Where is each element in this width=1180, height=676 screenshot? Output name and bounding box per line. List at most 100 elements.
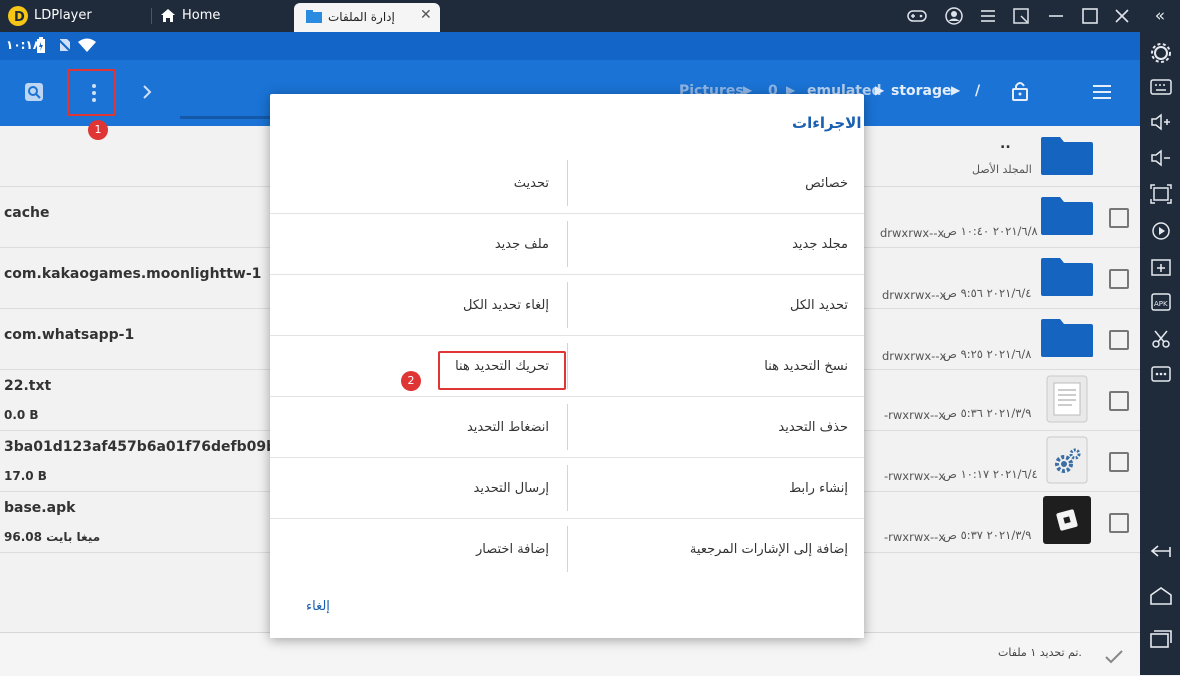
more-options-icon[interactable] — [1150, 364, 1172, 384]
tab-home[interactable]: Home — [150, 0, 290, 32]
tab-close-icon[interactable]: ✕ — [420, 7, 432, 23]
menu-icon[interactable] — [980, 9, 996, 23]
file-date: ٢٠٢١/٦/٨ ٩:٢٥ ص — [943, 347, 1032, 361]
file-permissions: -rwxrwx--x — [884, 469, 946, 483]
chevron-right-icon[interactable] — [142, 84, 152, 100]
folder-icon — [1041, 319, 1093, 357]
annotation-highlight-menu — [67, 69, 116, 116]
no-sim-icon — [57, 38, 71, 52]
row-checkbox[interactable] — [1109, 208, 1129, 228]
action-compress-selection[interactable]: انضغاط التحديد — [270, 397, 567, 458]
action-refresh[interactable]: تحديث — [270, 153, 567, 214]
dialog-title: الاجراءات — [792, 114, 862, 132]
tab-indicator — [180, 116, 280, 119]
file-date: ٢٠٢١/٦/٤ ١٠:١٧ ص — [943, 467, 1038, 481]
wifi-icon — [78, 38, 96, 52]
file-size: 96.08 ميغا بايت — [4, 530, 101, 544]
file-date: ٢٠٢١/٦/٤ ٩:٥٦ ص — [943, 286, 1032, 300]
android-statusbar: ١٠:١٨ — [0, 32, 1140, 60]
lock-icon[interactable] — [1011, 80, 1029, 102]
annotation-badge-2: 2 — [401, 371, 421, 391]
file-date: ٢٠٢١/٦/٨ ١٠:٤٠ ص — [943, 224, 1038, 238]
home-nav-icon[interactable] — [1150, 587, 1172, 605]
file-date: ٢٠٢١/٣/٩ ٥:٣٧ ص — [943, 528, 1032, 542]
action-add-shortcut[interactable]: إضافة اختصار — [270, 519, 567, 580]
account-icon[interactable] — [945, 7, 963, 25]
scissors-icon[interactable] — [1150, 328, 1172, 350]
action-send-selection[interactable]: إرسال التحديد — [270, 458, 567, 519]
settings-gear-icon[interactable] — [1150, 42, 1172, 64]
add-window-icon[interactable] — [1150, 257, 1172, 277]
file-name: 22.txt — [4, 378, 52, 394]
action-new-folder[interactable]: مجلد جديد — [567, 214, 864, 275]
back-icon[interactable] — [1150, 543, 1172, 561]
file-name: cache — [4, 205, 50, 221]
ldplayer-logo-icon: D — [8, 6, 28, 26]
actions-dialog: الاجراءات خصائص تحديث مجلد جديد ملف جديد… — [270, 94, 864, 638]
file-name: com.kakaogames.moonlighttw-1 — [4, 266, 262, 282]
text-file-icon — [1046, 375, 1088, 423]
file-date: ٢٠٢١/٣/٩ ٥:٣٦ ص — [943, 406, 1032, 420]
action-properties[interactable]: خصائص — [567, 153, 864, 214]
breadcrumb-separator-icon: ▶ — [875, 83, 885, 97]
row-checkbox[interactable] — [1109, 513, 1129, 533]
keyboard-icon[interactable] — [1150, 78, 1172, 96]
selection-status-bar: تم تحديد ١ ملفات. — [0, 632, 1140, 676]
close-window-icon[interactable] — [1114, 8, 1130, 24]
recent-apps-icon[interactable] — [1150, 630, 1172, 648]
file-name: 3ba01d123af457b6a01f76defb09b9fd — [4, 439, 302, 455]
parent-dir-name: .. — [1000, 136, 1011, 152]
checkmark-icon[interactable] — [1104, 649, 1124, 665]
folder-tab-icon — [306, 10, 322, 23]
svg-text:D: D — [14, 10, 25, 25]
action-delete-selection[interactable]: حذف التحديد — [567, 397, 864, 458]
battery-icon — [37, 37, 45, 53]
file-name: com.whatsapp-1 — [4, 327, 135, 343]
volume-up-icon[interactable] — [1150, 112, 1172, 132]
row-checkbox[interactable] — [1109, 269, 1129, 289]
action-select-all[interactable]: تحديد الكل — [567, 275, 864, 336]
folder-icon — [1041, 258, 1093, 296]
row-checkbox[interactable] — [1109, 391, 1129, 411]
action-deselect-all[interactable]: إلغاء تحديد الكل — [270, 275, 567, 336]
tab-file-manager[interactable]: إدارة الملفات ✕ — [294, 3, 440, 32]
folder-icon — [1041, 137, 1093, 175]
action-create-link[interactable]: إنشاء رابط — [567, 458, 864, 519]
apk-app-icon — [1043, 496, 1091, 544]
fullscreen-icon[interactable] — [1013, 8, 1029, 24]
tab-file-manager-label: إدارة الملفات — [328, 10, 395, 24]
file-permissions: drwxrwx--x — [882, 288, 947, 302]
dialog-footer — [270, 578, 864, 638]
breadcrumb-separator-icon: ▶ — [951, 83, 961, 97]
search-icon[interactable] — [24, 82, 44, 102]
maximize-icon[interactable] — [1082, 8, 1098, 24]
row-checkbox[interactable] — [1109, 452, 1129, 472]
breadcrumb-item-root[interactable]: / — [975, 83, 980, 99]
gamepad-icon[interactable] — [907, 8, 927, 24]
action-new-file[interactable]: ملف جديد — [270, 214, 567, 275]
screen-resize-icon[interactable] — [1150, 184, 1172, 204]
app-name: LDPlayer — [34, 8, 92, 23]
settings-file-icon — [1046, 436, 1088, 484]
rotate-icon[interactable] — [1150, 220, 1172, 242]
file-permissions: -rwxrwx--x — [884, 530, 946, 544]
action-copy-selection-here[interactable]: نسخ التحديد هنا — [567, 336, 864, 397]
hamburger-menu-icon[interactable] — [1092, 84, 1112, 100]
cancel-button[interactable]: إلغاء — [306, 599, 330, 614]
file-permissions: -rwxrwx--x — [884, 408, 946, 422]
volume-down-icon[interactable] — [1150, 148, 1172, 168]
annotation-highlight-move — [438, 351, 566, 390]
status-time: ١٠:١٨ — [6, 38, 41, 52]
action-add-bookmark[interactable]: إضافة إلى الإشارات المرجعية — [567, 519, 864, 580]
row-checkbox[interactable] — [1109, 330, 1129, 350]
file-permissions: drwxrwx--x — [880, 226, 945, 240]
svg-text:APK: APK — [1154, 300, 1168, 308]
file-size: 17.0 B — [4, 469, 47, 483]
apk-install-icon[interactable]: APK — [1150, 292, 1172, 312]
collapse-sidebar-icon[interactable]: « — [1148, 4, 1172, 28]
folder-icon — [1041, 197, 1093, 235]
home-icon — [161, 9, 175, 22]
minimize-icon[interactable] — [1048, 9, 1064, 23]
breadcrumb-item-storage[interactable]: storage — [891, 83, 952, 99]
file-size: 0.0 B — [4, 408, 39, 422]
